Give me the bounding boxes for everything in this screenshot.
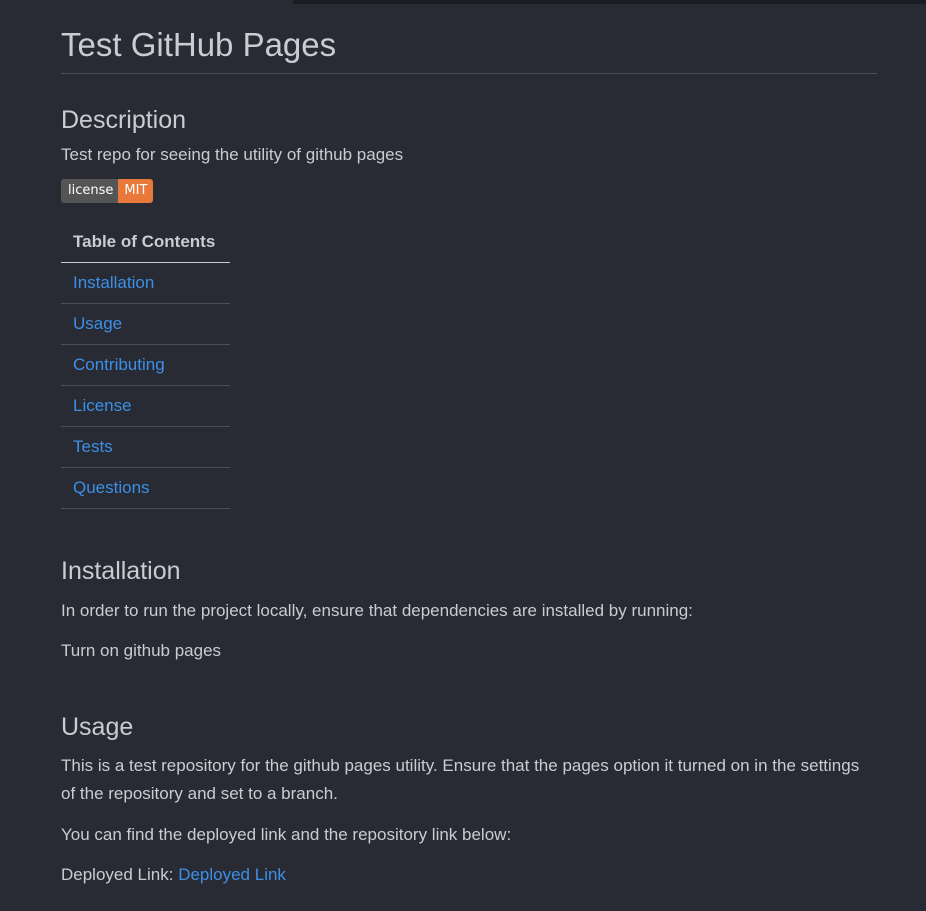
toc-link-installation[interactable]: Installation — [73, 273, 154, 292]
toc-row: Tests — [61, 426, 230, 468]
toc-row: Contributing — [61, 344, 230, 386]
deployed-link-line: Deployed Link: Deployed Link — [61, 861, 877, 889]
toc-row: License — [61, 385, 230, 427]
toc-row: Usage — [61, 303, 230, 345]
toc-link-contributing[interactable]: Contributing — [73, 355, 165, 374]
toc-row: Installation — [61, 262, 230, 304]
toc-header: Table of Contents — [61, 222, 230, 263]
toc-row: Questions — [61, 467, 230, 509]
deployed-link[interactable]: Deployed Link — [178, 865, 286, 884]
installation-text: In order to run the project locally, ens… — [61, 601, 693, 620]
deployed-link-label: Deployed Link: — [61, 865, 179, 884]
usage-text: This is a test repository for the github… — [61, 756, 860, 803]
installation-step: Turn on github pages — [61, 641, 222, 660]
badge-value: MIT — [118, 179, 154, 203]
toc-link-tests[interactable]: Tests — [73, 437, 113, 456]
page-title: Test GitHub Pages — [61, 0, 877, 74]
toc-link-license[interactable]: License — [73, 396, 132, 415]
badge-label: license — [61, 179, 119, 203]
table-of-contents: Table of Contents Installation Usage Con… — [61, 222, 230, 509]
toc-link-usage[interactable]: Usage — [73, 314, 122, 333]
usage-heading: Usage — [61, 713, 134, 741]
installation-heading: Installation — [61, 557, 181, 585]
description-text: Test repo for seeing the utility of gith… — [61, 145, 404, 164]
license-badge[interactable]: license MIT — [61, 179, 877, 203]
usage-links-intro: You can find the deployed link and the r… — [61, 825, 512, 844]
description-heading: Description — [61, 106, 187, 134]
readme-content: Test GitHub Pages Description Test repo … — [61, 0, 877, 889]
toc-link-questions[interactable]: Questions — [73, 478, 150, 497]
